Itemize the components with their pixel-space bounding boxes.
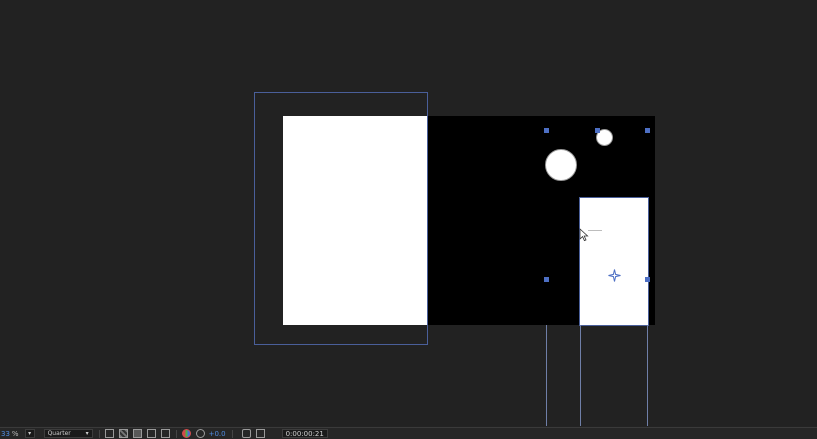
guide-line <box>546 325 547 426</box>
chevron-down-icon: ▾ <box>85 430 89 437</box>
anchor-point-icon[interactable] <box>608 269 621 282</box>
toolbar-separator <box>98 429 100 438</box>
current-time-display[interactable]: 0:00:00:21 <box>281 429 328 438</box>
chevron-down-icon: ▾ <box>28 430 32 437</box>
transform-handle-top-right[interactable] <box>645 128 650 133</box>
circle-layer-large[interactable] <box>545 149 577 181</box>
fit-to-frame-icon[interactable] <box>104 429 114 438</box>
mouse-pointer-icon <box>579 228 589 242</box>
guides-icon[interactable] <box>160 429 170 438</box>
text-insertion-mark <box>588 230 602 231</box>
guide-line <box>647 325 648 426</box>
resolution-label: Quarter <box>47 430 71 437</box>
region-of-interest-icon[interactable] <box>132 429 142 438</box>
composition-viewer-panel: 33 % ▾ Quarter ▾ +0.0 0:00:00:21 <box>0 0 817 439</box>
toolbar-separator <box>231 429 233 438</box>
layer-bounding-box-left <box>254 92 428 345</box>
toolbar-separator <box>175 429 177 438</box>
layer-bounding-box-right <box>579 197 649 326</box>
viewer-toolbar: 33 % ▾ Quarter ▾ +0.0 0:00:00:21 <box>0 427 817 439</box>
magnification-unit: % <box>11 429 19 438</box>
transform-handle-middle-right[interactable] <box>645 277 650 282</box>
transform-handle-middle-left[interactable] <box>544 277 549 282</box>
transform-handle-top-left[interactable] <box>544 128 549 133</box>
magnification-dropdown[interactable]: ▾ <box>24 429 35 438</box>
magnification-value[interactable]: 33 <box>1 429 10 439</box>
resolution-select[interactable]: Quarter ▾ <box>43 429 93 438</box>
show-snapshot-icon[interactable] <box>255 429 265 438</box>
exposure-value[interactable]: +0.0 <box>209 429 226 439</box>
transparency-grid-icon[interactable] <box>118 429 128 438</box>
guide-line <box>580 325 581 426</box>
mask-visibility-icon[interactable] <box>146 429 156 438</box>
transform-handle-top-center[interactable] <box>595 128 600 133</box>
color-management-icon[interactable] <box>195 429 205 438</box>
composition-viewport[interactable] <box>0 0 817 426</box>
snapshot-camera-icon[interactable] <box>241 429 251 438</box>
color-channels-icon[interactable] <box>181 429 191 438</box>
